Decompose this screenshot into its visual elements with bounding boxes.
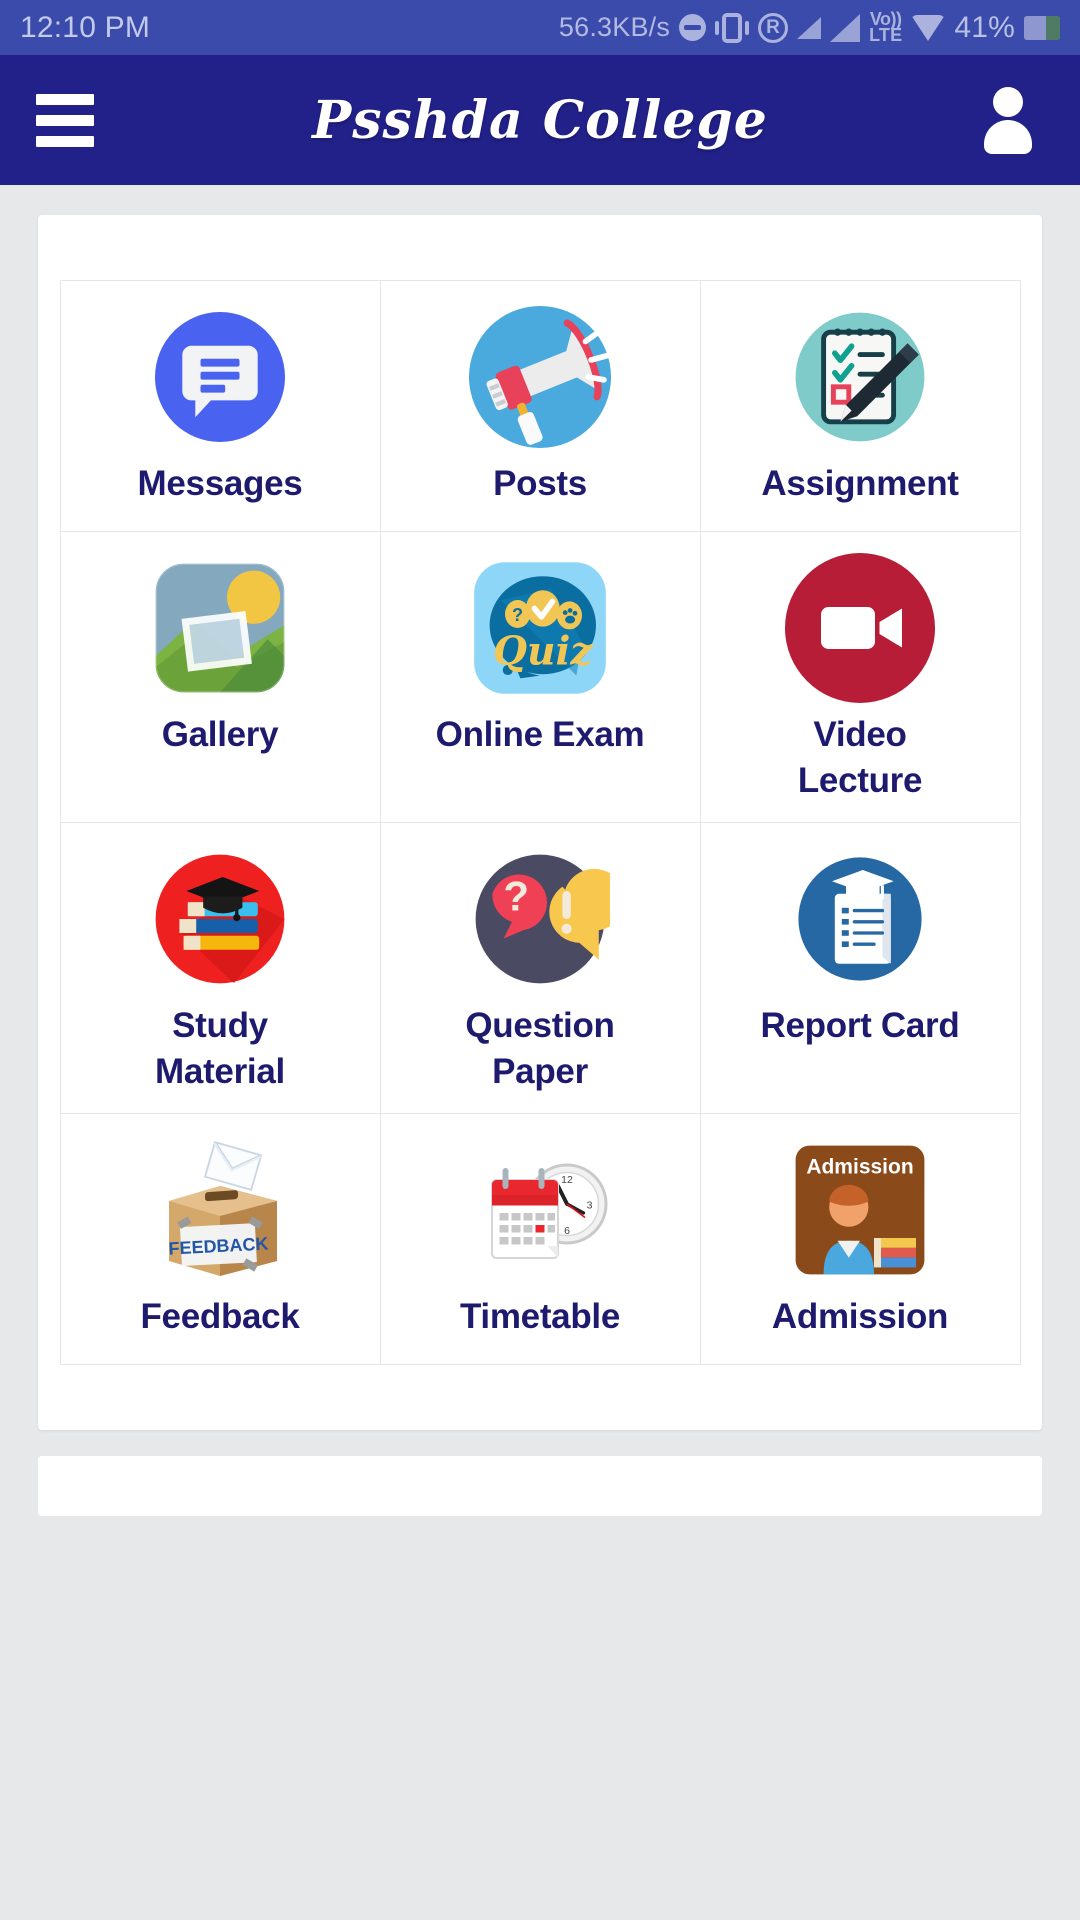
clipboard-checklist-pencil-icon <box>790 303 930 451</box>
app-bar: Psshda College <box>0 55 1080 185</box>
signal-bars-icon-2 <box>830 13 861 42</box>
menu-tile-online-exam[interactable]: ? Quiz Online Exam <box>379 530 701 823</box>
page-body: Messages Posts Assignment Gallery ? Quiz… <box>0 185 1080 1430</box>
menu-tile-feedback[interactable]: FEEDBACK Feedback <box>59 1113 381 1366</box>
menu-tile-posts[interactable]: Posts <box>379 279 701 532</box>
question-exclamation-bubbles-icon: ? <box>470 845 610 993</box>
report-card-document-icon <box>790 845 930 993</box>
menu-tile-label-messages: Messages <box>137 463 303 503</box>
menu-grid: Messages Posts Assignment Gallery ? Quiz… <box>59 279 1021 1366</box>
photo-gallery-icon <box>150 554 290 702</box>
volte-icon: Vo)) LTE <box>869 10 903 45</box>
menu-tile-label-gallery: Gallery <box>161 714 279 754</box>
feedback-box-icon: FEEDBACK <box>145 1136 295 1284</box>
books-graduation-cap-icon <box>150 845 290 993</box>
video-camera-icon <box>785 552 935 703</box>
menu-tile-label-study-material: Study Material <box>155 1005 285 1092</box>
network-speed-text: 56.3KB/s <box>558 12 671 42</box>
svg-text:3: 3 <box>587 1200 593 1212</box>
menu-tile-messages[interactable]: Messages <box>59 279 381 532</box>
menu-tile-admission[interactable]: Admission Admission <box>699 1113 1021 1366</box>
menu-tile-label-question-paper: Question Paper <box>465 1005 615 1092</box>
svg-text:12: 12 <box>561 1174 573 1186</box>
svg-text:Quiz: Quiz <box>493 628 594 674</box>
menu-tile-label-online-exam: Online Exam <box>435 714 645 754</box>
status-bar: 12:10 PM 56.3KB/s R Vo)) LTE 41% <box>0 0 1080 55</box>
svg-text:?: ? <box>503 872 529 919</box>
battery-icon <box>1024 15 1060 40</box>
messages-chat-bubble-icon <box>155 303 285 451</box>
admission-student-icon: Admission <box>790 1136 930 1284</box>
user-profile-icon[interactable] <box>978 87 1038 154</box>
quiz-icon: ? Quiz <box>470 554 610 702</box>
menu-tile-label-video-lecture: Video Lecture <box>797 714 923 800</box>
vibrate-icon <box>715 12 750 43</box>
volte-line-2: LTE <box>869 24 903 45</box>
menu-tile-assignment[interactable]: Assignment <box>699 279 1021 532</box>
wifi-icon <box>911 14 946 41</box>
menu-tile-label-report-card: Report Card <box>760 1005 960 1045</box>
signal-bars-icon-1 <box>797 16 822 39</box>
svg-text:6: 6 <box>564 1225 570 1237</box>
menu-tile-label-assignment: Assignment <box>761 463 959 503</box>
svg-text:?: ? <box>512 605 523 625</box>
menu-tile-study-material[interactable]: Study Material <box>59 821 381 1115</box>
menu-tile-label-admission: Admission <box>771 1297 949 1337</box>
battery-percent-text: 41% <box>954 10 1015 44</box>
calendar-clock-icon: 12369 <box>465 1136 615 1284</box>
menu-card: Messages Posts Assignment Gallery ? Quiz… <box>38 215 1042 1430</box>
svg-text:Admission: Admission <box>806 1156 913 1179</box>
menu-tile-gallery[interactable]: Gallery <box>59 530 381 823</box>
roaming-icon: R <box>758 12 789 43</box>
menu-tile-label-timetable: Timetable <box>459 1297 621 1337</box>
hamburger-menu-icon[interactable] <box>36 93 94 147</box>
menu-tile-timetable[interactable]: 12369 Timetable <box>379 1113 701 1366</box>
do-not-disturb-icon <box>679 14 707 41</box>
menu-tile-video-lecture[interactable]: Video Lecture <box>699 530 1021 823</box>
menu-tile-question-paper[interactable]: ? Question Paper <box>379 821 701 1115</box>
status-time: 12:10 PM <box>20 10 151 44</box>
menu-tile-report-card[interactable]: Report Card <box>699 821 1021 1115</box>
bottom-card-strip <box>38 1455 1042 1516</box>
megaphone-announcement-icon <box>469 303 611 451</box>
status-icons: 56.3KB/s R Vo)) LTE 41% <box>558 10 1060 45</box>
page-title: Psshda College <box>312 89 768 151</box>
menu-tile-label-feedback: Feedback <box>140 1297 300 1337</box>
menu-tile-label-posts: Posts <box>493 463 587 503</box>
